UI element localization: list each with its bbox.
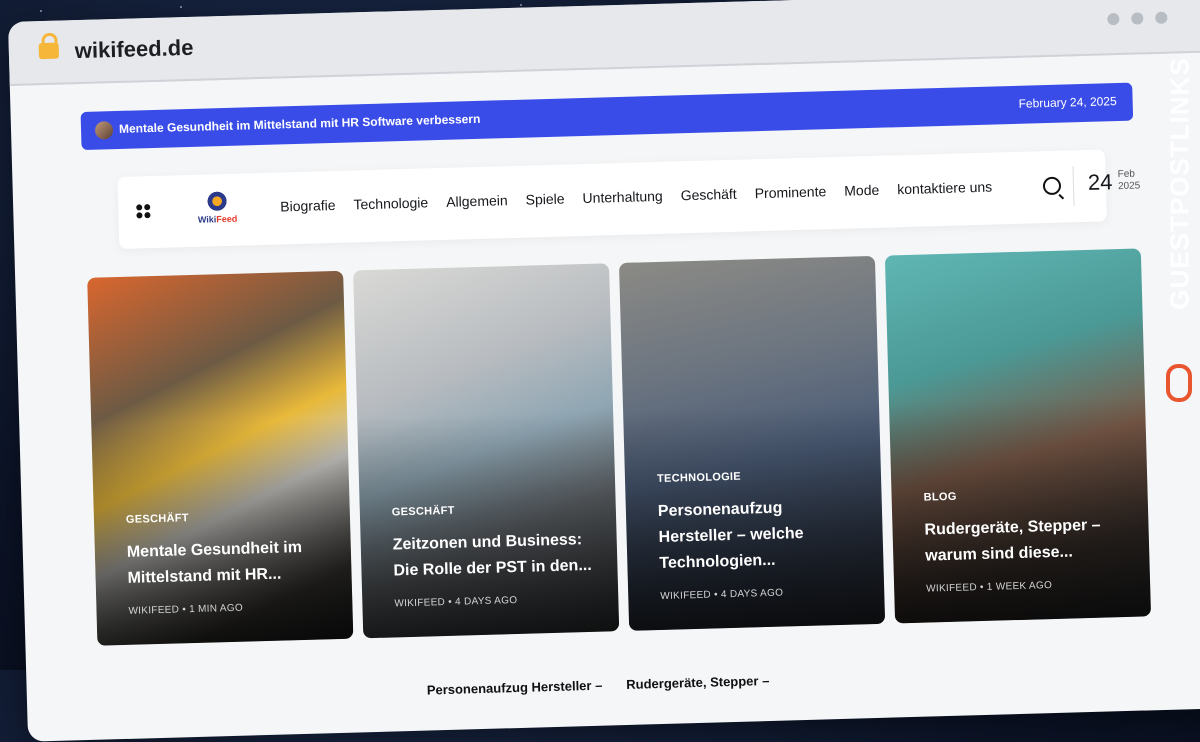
- site-logo[interactable]: WikiFeed: [193, 189, 242, 231]
- card-content: GESCHÄFT Zeitzonen und Business: Die Rol…: [392, 501, 595, 610]
- article-card[interactable]: TECHNOLOGIE Personenaufzug Hersteller – …: [618, 255, 886, 631]
- ticker-headline[interactable]: Mentale Gesundheit im Mittelstand mit HR…: [119, 112, 481, 136]
- brand-text: GUESTPOSTLINKS: [1164, 57, 1195, 310]
- card-content: TECHNOLOGIE Personenaufzug Hersteller – …: [657, 467, 861, 602]
- article-card[interactable]: GESCHÄFT Zeitzonen und Business: Die Rol…: [353, 263, 620, 639]
- date-month-year: Feb 2025: [1118, 168, 1141, 193]
- nav-item-mode[interactable]: Mode: [844, 182, 879, 199]
- url-text[interactable]: wikifeed.de: [74, 35, 193, 64]
- nav-item-geschaeft[interactable]: Geschäft: [680, 186, 736, 204]
- nav-item-kontakt[interactable]: kontaktiere uns: [897, 179, 992, 198]
- nav-item-unterhaltung[interactable]: Unterhaltung: [582, 188, 663, 206]
- nav-links: Biografie Technologie Allgemein Spiele U…: [280, 179, 992, 215]
- article-card[interactable]: BLOG Rudergeräte, Stepper – warum sind d…: [884, 248, 1152, 624]
- window-dot-icon[interactable]: [1155, 11, 1168, 24]
- window-dot-icon[interactable]: [1107, 12, 1120, 26]
- card-title[interactable]: Mentale Gesundheit im Mittelstand mit HR…: [127, 534, 328, 592]
- card-content: BLOG Rudergeräte, Stepper – warum sind d…: [923, 486, 1126, 595]
- ticker-date: February 24, 2025: [1018, 94, 1117, 111]
- bottom-article-list: Personenaufzug Hersteller – Rudergeräte,…: [427, 673, 770, 698]
- window-dot-icon[interactable]: [1131, 12, 1144, 25]
- nav-item-allgemein[interactable]: Allgemein: [446, 192, 508, 210]
- bottom-list-item[interactable]: Personenaufzug Hersteller –: [427, 678, 603, 698]
- nav-item-technologie[interactable]: Technologie: [353, 194, 428, 212]
- card-title[interactable]: Personenaufzug Hersteller – welche Techn…: [658, 493, 860, 577]
- search-icon[interactable]: [1042, 176, 1062, 196]
- nav-item-spiele[interactable]: Spiele: [525, 191, 564, 208]
- card-title[interactable]: Zeitzonen und Business: Die Rolle der PS…: [392, 527, 593, 585]
- window-controls: [1107, 11, 1168, 26]
- card-content: GESCHÄFT Mentale Gesundheit im Mittelsta…: [126, 508, 329, 617]
- browser-window: wikifeed.de Mentale Gesundheit im Mittel…: [8, 0, 1200, 742]
- logo-gear-icon: [205, 189, 229, 213]
- menu-grid-icon[interactable]: [136, 204, 151, 219]
- lock-icon: [38, 42, 60, 60]
- article-card[interactable]: GESCHÄFT Mentale Gesundheit im Mittelsta…: [87, 270, 354, 646]
- card-title[interactable]: Rudergeräte, Stepper – warum sind diese.…: [924, 512, 1125, 570]
- featured-cards: GESCHÄFT Mentale Gesundheit im Mittelsta…: [87, 248, 1152, 646]
- date-year: 2025: [1117, 180, 1141, 193]
- ticker-avatar: [94, 121, 114, 140]
- date-month: Feb: [1117, 168, 1136, 181]
- date-day: 24: [1087, 169, 1113, 195]
- news-ticker[interactable]: Mentale Gesundheit im Mittelstand mit HR…: [80, 82, 1134, 150]
- nav-item-biografie[interactable]: Biografie: [280, 197, 336, 215]
- bottom-list-item[interactable]: Rudergeräte, Stepper –: [626, 673, 769, 692]
- link-chain-icon: [1166, 364, 1192, 402]
- guestpostlinks-branding: GUESTPOSTLINKS: [1158, 57, 1198, 402]
- logo-text: WikiFeed: [197, 213, 238, 225]
- nav-divider: [1072, 166, 1075, 207]
- main-navbar: WikiFeed Biografie Technologie Allgemein…: [117, 149, 1140, 249]
- nav-item-prominente[interactable]: Prominente: [754, 183, 826, 201]
